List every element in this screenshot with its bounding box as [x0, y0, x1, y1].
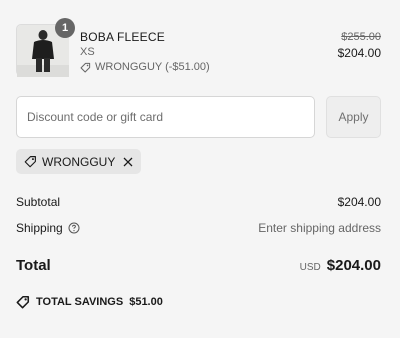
total-savings: TOTAL SAVINGS $51.00 [16, 295, 163, 309]
quantity-badge: 1 [55, 18, 75, 38]
product-variant: XS [80, 46, 95, 58]
total-label: Total [16, 257, 51, 274]
discount-code-input[interactable] [16, 96, 315, 138]
savings-label: TOTAL SAVINGS [36, 296, 124, 308]
subtotal-value: $204.00 [337, 195, 381, 209]
applied-discount-chip: WRONGGUY [16, 149, 142, 174]
original-price: $255.00 [341, 31, 381, 43]
help-circle-icon[interactable] [68, 222, 80, 234]
cart-line-item: 1 BOBA FLEECE XS WRONGGUY (-$51.00) $255… [16, 18, 381, 77]
remove-discount-button[interactable] [123, 157, 133, 167]
shipping-row: Shipping Enter shipping address [16, 221, 381, 235]
currency-code: USD [299, 262, 321, 273]
discounted-price: $204.00 [337, 46, 381, 60]
tag-icon [16, 295, 30, 309]
subtotal-label: Subtotal [16, 195, 61, 209]
product-thumbnail: 1 [16, 18, 75, 77]
close-icon [123, 157, 133, 166]
product-name: BOBA FLEECE [80, 30, 165, 44]
total-amount-group: USD $204.00 [300, 257, 381, 274]
tag-icon [24, 156, 36, 168]
applied-discount-code: WRONGGUY [42, 154, 116, 169]
line-discount: WRONGGUY (-$51.00) [80, 61, 210, 73]
subtotal-row: Subtotal $204.00 [16, 195, 381, 209]
tag-icon [80, 62, 91, 72]
savings-value: $51.00 [129, 296, 163, 308]
shipping-label: Shipping [16, 221, 63, 235]
shipping-value: Enter shipping address [258, 221, 381, 235]
total-amount: $204.00 [326, 257, 381, 274]
line-discount-text: WRONGGUY (-$51.00) [95, 61, 210, 73]
apply-button[interactable]: Apply [326, 96, 381, 138]
